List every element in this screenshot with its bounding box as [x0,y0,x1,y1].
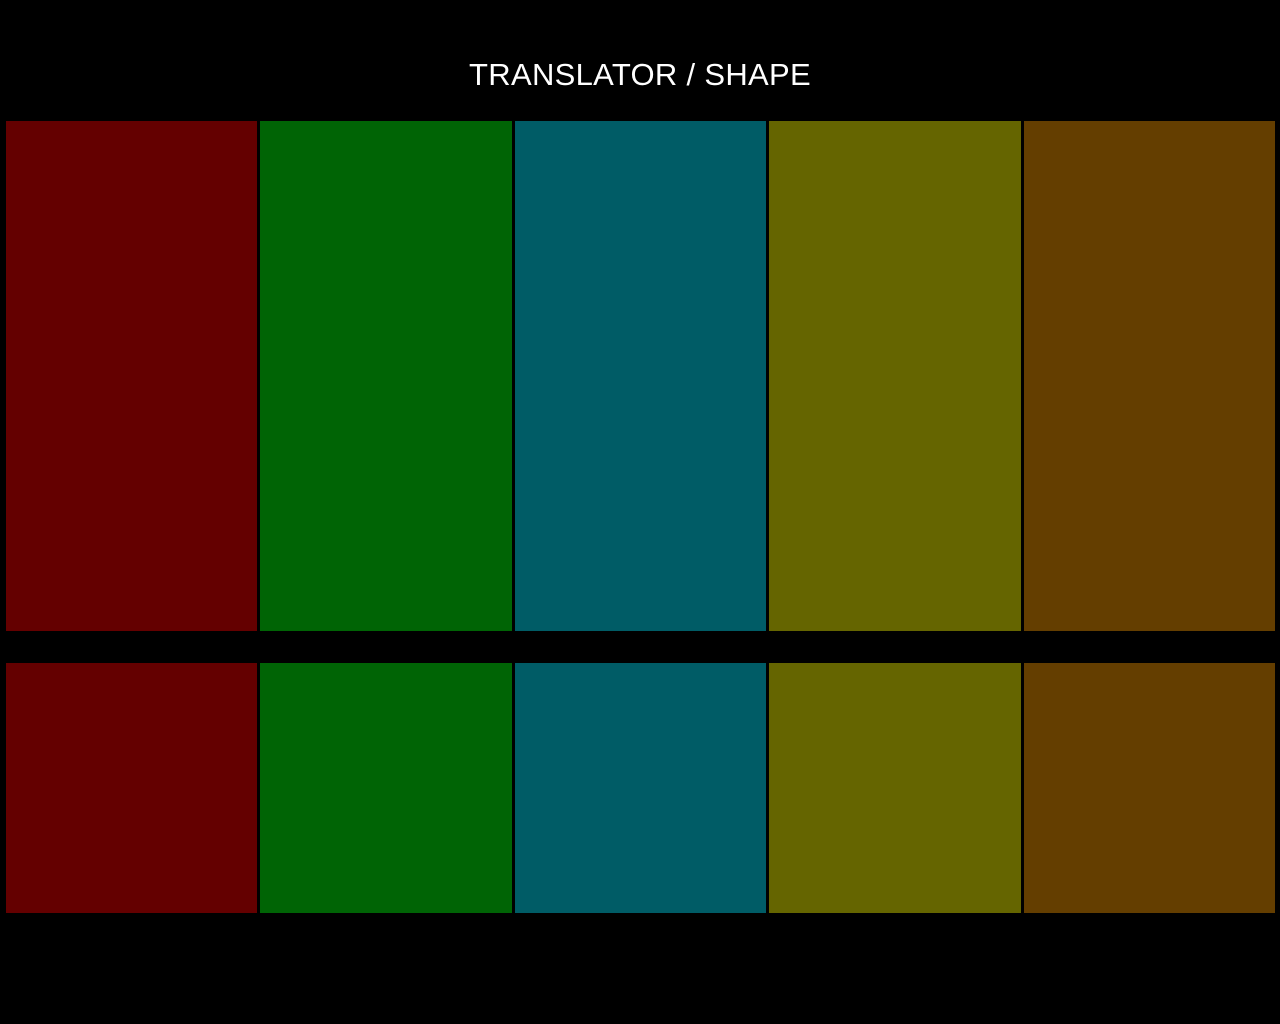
bottom-tile-row [6,663,1276,913]
tile-brown-small[interactable] [1023,663,1276,913]
tile-olive-small[interactable] [769,663,1021,913]
tile-olive-large[interactable] [769,121,1021,631]
top-tile-row [6,121,1276,631]
tile-red-large[interactable] [6,121,258,631]
tile-green-small[interactable] [260,663,512,913]
tile-teal-small[interactable] [514,663,767,913]
page-title: TRANSLATOR / SHAPE [469,57,811,92]
tile-brown-large[interactable] [1023,121,1276,631]
tile-green-large[interactable] [260,121,512,631]
tile-teal-large[interactable] [514,121,767,631]
tile-red-small[interactable] [6,663,258,913]
